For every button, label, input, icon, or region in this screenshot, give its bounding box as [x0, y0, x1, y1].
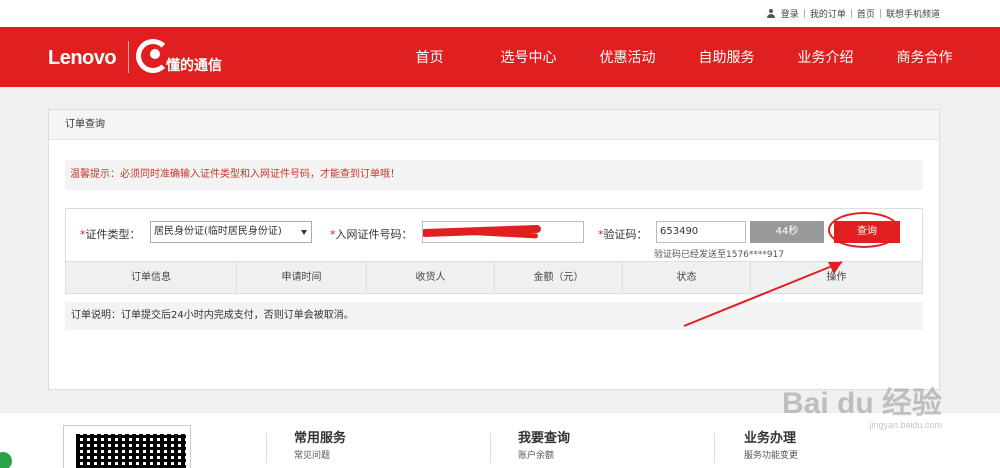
lenovo-channel-link[interactable]: 联想手机频道 — [886, 7, 940, 20]
footer-divider — [266, 433, 267, 463]
id-type-selected-value: 居民身份证(临时居民身份证) — [154, 226, 282, 237]
order-note: 订单说明：订单提交后24小时内完成支付，否则订单会被取消。 — [65, 302, 923, 330]
id-type-select[interactable]: 居民身份证(临时居民身份证) — [150, 221, 312, 243]
footer-link[interactable]: 账户余额 — [518, 448, 570, 461]
footer-col-query: 我要查询 账户余额 — [518, 427, 570, 461]
col-apply-time: 申请时间 — [237, 262, 367, 293]
main-header: Lenovo 懂的通信 首页 选号中心 优惠活动 自助服务 业务介绍 商务合作 — [0, 27, 1000, 87]
verification-code-input[interactable]: 653490 — [656, 221, 746, 243]
col-actions: 操作 — [826, 272, 847, 283]
nav-home[interactable]: 首页 — [380, 47, 479, 67]
nav-number-center[interactable]: 选号中心 — [479, 47, 578, 67]
separator: | — [849, 8, 853, 19]
resend-timer-button[interactable]: 44秒 — [750, 221, 824, 243]
qr-code-icon — [76, 434, 186, 468]
footer-divider — [714, 433, 715, 463]
watermark-main: Bai du 经验 — [781, 387, 942, 420]
id-number-label: *入网证件号码： — [330, 228, 413, 241]
dongde-logo-dot — [150, 49, 160, 59]
dropdown-arrow-icon — [301, 230, 307, 235]
qr-code-box — [63, 425, 191, 468]
order-query-panel: 订单查询 温馨提示：必须同时准确输入证件类型和入网证件号码，才能查到订单哦！ *… — [48, 109, 940, 390]
panel-title: 订单查询 — [49, 110, 939, 140]
footer-divider — [490, 433, 491, 463]
nav-cooperation[interactable]: 商务合作 — [875, 47, 974, 67]
warm-notice: 温馨提示：必须同时准确输入证件类型和入网证件号码，才能查到订单哦！ — [65, 160, 923, 190]
home-link[interactable]: 首页 — [857, 7, 875, 20]
top-utility-bar: 登录 | 我的订单 | 首页 | 联想手机频道 — [0, 0, 1000, 27]
footer-col-title: 常用服务 — [294, 431, 347, 446]
id-number-input[interactable] — [422, 221, 584, 243]
top-links: 登录 | 我的订单 | 首页 | 联想手机频道 — [766, 7, 940, 20]
logo-divider — [128, 41, 129, 73]
col-order-info: 订单信息 — [66, 262, 237, 293]
my-orders-link[interactable]: 我的订单 — [810, 7, 846, 20]
footer-col-business: 业务办理 服务功能变更 — [744, 427, 798, 461]
col-recipient: 收货人 — [367, 262, 495, 293]
id-type-label: *证件类型： — [80, 228, 141, 241]
annotation-circle — [828, 212, 900, 248]
separator: | — [802, 8, 806, 19]
dongde-logo-text[interactable]: 懂的通信 — [166, 55, 222, 75]
main-nav: 首页 选号中心 优惠活动 自助服务 业务介绍 商务合作 — [380, 47, 974, 67]
nav-promotions[interactable]: 优惠活动 — [578, 47, 677, 67]
footer-col-title: 我要查询 — [518, 431, 571, 446]
query-form: *证件类型： 居民身份证(临时居民身份证) *入网证件号码： *验证码： 653… — [65, 208, 923, 294]
login-link[interactable]: 登录 — [781, 7, 799, 20]
nav-business-intro[interactable]: 业务介绍 — [776, 47, 875, 67]
lenovo-logo[interactable]: Lenovo — [48, 47, 117, 70]
separator: | — [878, 8, 882, 19]
footer-col-services: 常用服务 常见问题 — [294, 427, 346, 461]
footer-link[interactable]: 服务功能变更 — [744, 448, 798, 461]
baidu-watermark: Bai du 经验 jingyan.baidu.com — [782, 378, 942, 430]
nav-self-service[interactable]: 自助服务 — [677, 47, 776, 67]
footer-link[interactable]: 常见问题 — [294, 448, 346, 461]
orders-table-header: 订单信息 申请时间 收货人 金额（元） 状态 操作 — [66, 261, 922, 293]
col-amount: 金额（元） — [495, 262, 623, 293]
user-icon — [766, 9, 775, 18]
code-label: *验证码： — [598, 228, 648, 241]
col-status: 状态 — [623, 262, 751, 293]
code-sent-note: 验证码已经发送至1576****917 — [654, 250, 785, 260]
